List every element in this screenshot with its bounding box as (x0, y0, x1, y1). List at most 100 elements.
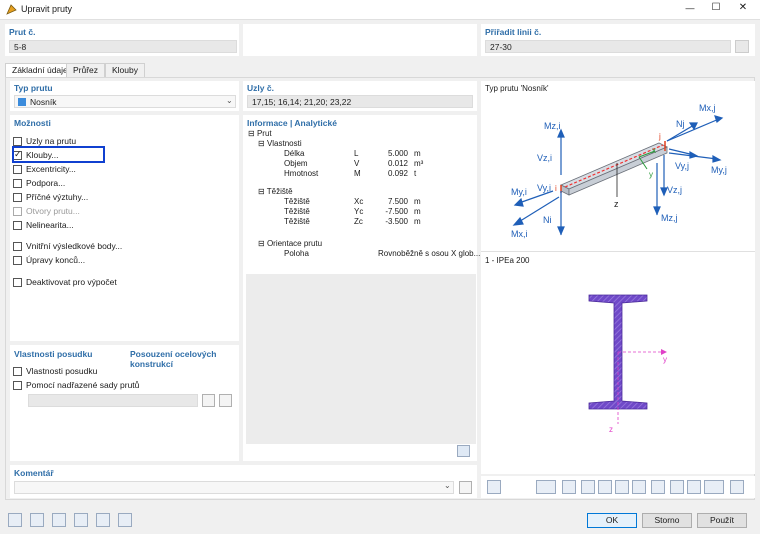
design-panel: Vlastnosti posudku Posouzení ocelových k… (10, 345, 239, 461)
option-eccentricities[interactable]: Excentricity... (13, 164, 76, 175)
option-parent-member-set[interactable]: Pomocí nadřazené sady prutů (13, 380, 140, 391)
formula-icon[interactable] (118, 513, 132, 527)
row-name: Poloha (284, 249, 309, 258)
option-stiffeners[interactable]: Příčné výztuhy... (13, 192, 88, 203)
info-icon[interactable] (74, 513, 88, 527)
dimension-dots-icon[interactable] (651, 480, 665, 494)
apply-button[interactable]: Použít (697, 513, 747, 528)
tree-group-centroid[interactable]: ⊟ Těžiště (258, 187, 293, 196)
axes-icon[interactable] (536, 480, 556, 494)
design-link[interactable]: Posouzení ocelových konstrukcí (130, 349, 239, 369)
add-icon[interactable] (96, 513, 110, 527)
option-end-modifications[interactable]: Úpravy konců... (13, 255, 85, 266)
row-name: Těžiště (284, 197, 310, 206)
tab-section[interactable]: Průřez (66, 63, 106, 77)
printer-icon[interactable] (704, 480, 724, 494)
option-deactivate[interactable]: Deaktivovat pro výpočet (13, 277, 117, 288)
member-set-field[interactable] (28, 394, 198, 407)
tree-row: Hmotnost (284, 169, 318, 178)
comment-edit-icon[interactable] (459, 481, 472, 494)
member-type-select[interactable]: Nosník ⌄ (14, 95, 236, 108)
label-y: y (649, 170, 653, 179)
dimension-horizontal-icon[interactable] (632, 480, 646, 494)
option-nonlinearity[interactable]: Nelinearita... (13, 220, 74, 231)
checkbox-icon[interactable] (13, 165, 22, 175)
comment-input[interactable] (14, 481, 454, 494)
assign-line-panel: Přiřadit linii č. 27-30 (481, 24, 755, 56)
table-icon[interactable] (687, 480, 701, 494)
assign-line-field[interactable]: 27-30 (485, 40, 731, 53)
pick-line-icon[interactable] (735, 40, 749, 53)
label-j: j (658, 132, 661, 141)
row-name: Délka (284, 149, 305, 158)
nodes-field[interactable]: 17,15; 16,14; 21,20; 23,22 (247, 95, 473, 108)
section-label: 1 - IPEa 200 (485, 256, 530, 265)
beam-diagram: Mz,i Vz,i Nj Mx,j Vy,j My,j My,i Vy,i Ni… (511, 103, 727, 239)
checkbox-icon[interactable] (13, 221, 22, 231)
comment-label: Komentář (14, 468, 54, 478)
chevron-down-icon[interactable]: ⌄ (444, 481, 451, 490)
dimension-icon[interactable] (598, 480, 612, 494)
member-no-panel: Prut č. 5-8 (5, 24, 239, 56)
dimension-vertical-icon[interactable] (615, 480, 629, 494)
tree-root[interactable]: ⊟ Prut (248, 129, 272, 138)
tree-group-orientation[interactable]: ⊟ Orientace prutu (258, 239, 322, 248)
checkbox-icon[interactable] (13, 381, 22, 391)
view-settings-icon[interactable] (487, 480, 501, 494)
select-set-icon[interactable] (202, 394, 215, 407)
tab-basic[interactable]: Základní údaje (5, 63, 75, 78)
tree-row-unit: m (414, 207, 421, 216)
option-support[interactable]: Podpora... (13, 178, 65, 189)
info-panel: Informace | Analytické ⊟ Prut ⊟ Vlastnos… (243, 115, 481, 461)
nodes-label: Uzly č. (247, 83, 274, 93)
tree-row-sym: Xc (354, 197, 364, 206)
checkbox-icon[interactable] (13, 278, 22, 288)
preview-divider (481, 251, 755, 252)
options-label: Možnosti (14, 118, 51, 128)
zoom-icon[interactable] (8, 513, 22, 527)
option-result-points[interactable]: Vnitřní výsledkové body... (13, 241, 123, 252)
label-mzj: Mz,j (661, 213, 678, 223)
option-design-properties[interactable]: Vlastnosti posudku (13, 366, 97, 377)
member-type-label: Typ prutu (14, 83, 53, 93)
checkbox-icon[interactable] (13, 193, 22, 203)
reset-view-icon[interactable] (730, 480, 744, 494)
tab-hinges[interactable]: Klouby (105, 63, 145, 77)
tree-row: Délka (284, 149, 304, 158)
checkbox-icon[interactable] (13, 179, 22, 189)
select-icon[interactable] (52, 513, 66, 527)
member-type-panel: Typ prutu Nosník ⌄ (10, 81, 239, 111)
checkbox-icon[interactable] (13, 242, 22, 252)
maximize-button[interactable]: ☐ (709, 2, 723, 13)
option-label: Pomocí nadřazené sady prutů (26, 380, 140, 390)
tree-group-label: Těžiště (266, 187, 293, 196)
label-vzj: Vz,j (667, 185, 682, 195)
checkbox-icon[interactable] (13, 256, 22, 266)
units-icon[interactable] (30, 513, 44, 527)
tree-row-value: Rovnoběžně s osou X glob... (378, 249, 481, 258)
nodes-panel: Uzly č. 17,15; 16,14; 21,20; 23,22 (243, 81, 477, 111)
tree-row: Těžiště (284, 197, 310, 206)
option-nodes-on-member[interactable]: Uzly na prutu (13, 136, 76, 147)
tree-group-label: Orientace prutu (266, 239, 323, 248)
edit-set-icon[interactable] (219, 394, 232, 407)
label-mxj: Mx,j (699, 103, 716, 113)
ok-button[interactable]: OK (587, 513, 637, 528)
option-label: Vnitřní výsledkové body... (26, 241, 123, 251)
print-icon[interactable] (562, 480, 576, 494)
close-button[interactable]: ✕ (736, 2, 750, 13)
export-table-icon[interactable] (457, 445, 470, 457)
tree-group-properties[interactable]: ⊟ Vlastnosti (258, 139, 302, 148)
label-i: i (555, 184, 557, 193)
checkbox-icon[interactable] (13, 137, 22, 147)
cancel-button[interactable]: Storno (642, 513, 692, 528)
tree-row-sym: L (354, 149, 359, 158)
section-view-icon[interactable] (581, 480, 595, 494)
option-openings: Otvory prutu... (13, 206, 80, 217)
member-no-field[interactable]: 5-8 (9, 40, 237, 53)
grid-icon[interactable] (670, 480, 684, 494)
checkbox-icon[interactable] (13, 367, 22, 377)
chevron-down-icon: ⌄ (226, 96, 233, 105)
row-name: Hmotnost (284, 169, 319, 178)
minimize-button[interactable]: — (683, 3, 697, 13)
